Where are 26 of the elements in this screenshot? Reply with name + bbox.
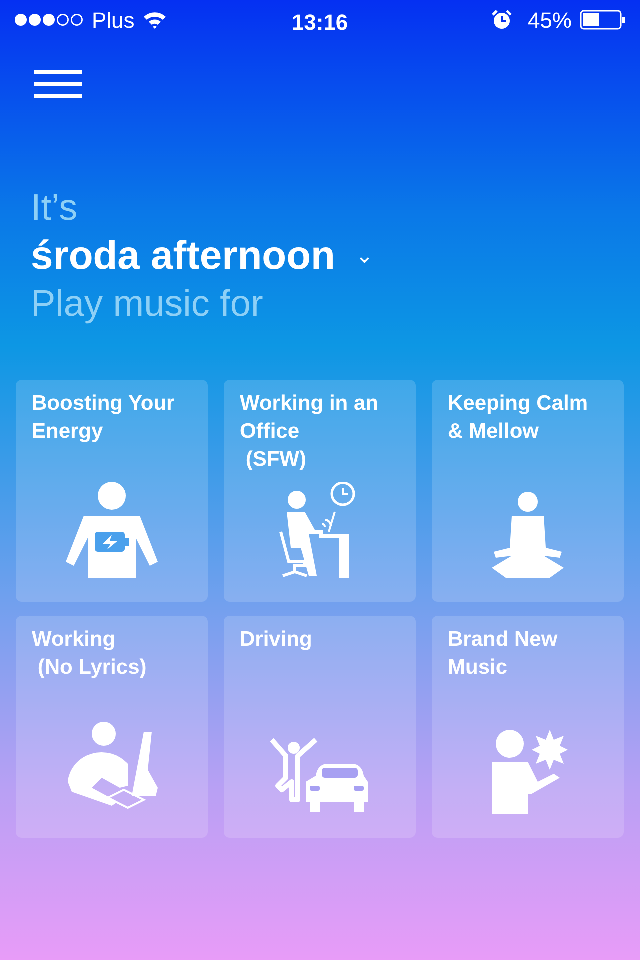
playlist-tile[interactable]: Driving [224,616,416,838]
alarm-icon [492,10,512,30]
playlist-tile[interactable]: Brand New Music [432,616,624,838]
playlist-tile[interactable]: Keeping Calm & Mellow [432,380,624,602]
menu-icon [34,68,82,100]
battery-percent: 45% [528,6,572,34]
signal-icon [14,13,84,27]
wifi-icon [142,11,167,29]
tile-title: Working (No Lyrics) [32,626,147,681]
playlist-tile[interactable]: Boosting Your Energy [16,380,208,602]
clock-time: 13:16 [292,9,348,37]
playlist-tile[interactable]: Working in an Office (SFW) [224,380,416,602]
tile-title: Brand New Music [448,626,558,681]
person-car-icon [270,738,370,814]
tile-title: Working in an Office (SFW) [240,390,378,473]
prompt-label: Play music for [31,282,264,326]
greeting-intro: It’s [31,186,79,230]
carrier-name: Plus [92,6,135,34]
tile-title: Driving [240,626,312,653]
caret-button[interactable]: ⌄ [351,245,378,268]
day-label: środa afternoon [31,233,336,280]
playlist-tile[interactable]: Working (No Lyrics) [16,616,208,838]
menu-button[interactable] [34,68,82,100]
tile-title: Boosting Your Energy [32,390,175,445]
battery-icon [580,10,626,30]
tile-title: Keeping Calm & Mellow [448,390,588,445]
